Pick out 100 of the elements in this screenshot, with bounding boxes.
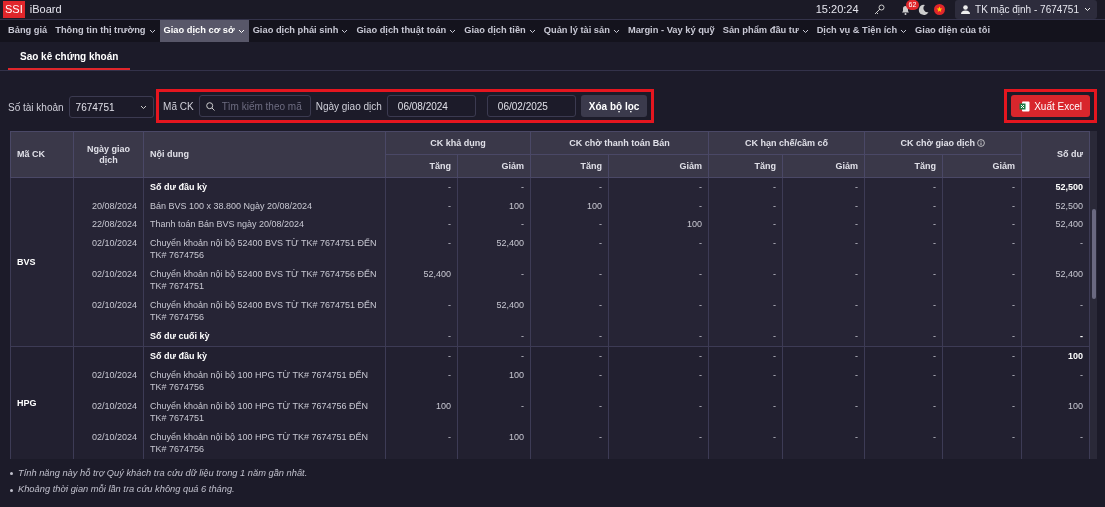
table-cell: - xyxy=(608,234,709,266)
table-cell: - xyxy=(385,296,458,328)
table-cell: - xyxy=(864,365,943,397)
menu-item[interactable]: Thông tin thị trường xyxy=(51,20,160,42)
table-cell: - xyxy=(864,327,943,347)
moon-icon[interactable] xyxy=(918,4,930,15)
bell-icon[interactable] xyxy=(899,4,911,15)
clear-filter-button[interactable]: Xóa bộ lọc xyxy=(580,95,648,117)
menu-item[interactable]: Giao diện của tôi xyxy=(911,20,994,42)
table-cell: - xyxy=(942,427,1022,459)
table-cell: 52,400 xyxy=(385,265,458,297)
table-cell: - xyxy=(708,365,783,397)
table-cell: - xyxy=(782,327,865,347)
menu-item[interactable]: Giao dịch phái sinh xyxy=(248,20,353,42)
table-cell: Số dư cuối kỳ xyxy=(143,327,386,347)
table-cell: HPG xyxy=(10,346,74,459)
search-icon xyxy=(205,102,215,111)
table-cell: 52,400 xyxy=(1021,265,1090,297)
logo[interactable]: SSI xyxy=(3,1,25,18)
table-cell: - xyxy=(1021,427,1090,459)
table-cell: 02/10/2024 xyxy=(73,396,144,428)
menu-item[interactable]: Bảng giá xyxy=(4,20,52,42)
table-cell: Chuyển khoản nội bộ 52400 BVS TỪ TK# 7674756 ĐẾN TK# 7674751 xyxy=(143,265,386,297)
note-text: Tính năng này hỗ trợ Quý khách tra cứu dữ liệu trong 1 năm gần nhất. xyxy=(18,467,308,480)
export-excel-button[interactable]: Xuất Excel xyxy=(1011,95,1090,117)
table-cell: - xyxy=(608,296,709,328)
date-field[interactable]: 06/02/2025 xyxy=(486,95,576,117)
table-cell: 52,400 xyxy=(1021,215,1090,234)
table-cell: 02/10/2024 xyxy=(73,265,144,297)
table-cell: 100 xyxy=(1021,346,1090,366)
bullet-icon xyxy=(10,488,13,492)
table-cell: - xyxy=(942,215,1022,234)
table-cell: - xyxy=(708,265,783,297)
caret-icon xyxy=(801,28,809,34)
menu-item[interactable]: Sản phẩm đầu tư xyxy=(718,20,813,42)
key-icon[interactable] xyxy=(873,4,885,15)
menu-item[interactable]: Giao dịch tiền xyxy=(460,20,540,42)
table-cell: 100 xyxy=(457,427,531,459)
scrollbar[interactable] xyxy=(1090,131,1097,459)
table-cell: 100 xyxy=(385,396,458,428)
menu-item[interactable]: Margin - Vay ký quỹ xyxy=(623,20,719,42)
table-cell: - xyxy=(942,346,1022,366)
table-cell: - xyxy=(782,296,865,328)
table-cell: - xyxy=(457,265,531,297)
table-cell: 02/10/2024 xyxy=(73,296,144,328)
caret-icon xyxy=(1084,7,1091,12)
table-cell: - xyxy=(457,396,531,428)
table-cell: - xyxy=(608,265,709,297)
table-cell: - xyxy=(864,396,943,428)
table-cell: - xyxy=(457,215,531,234)
table-cell: - xyxy=(530,296,609,328)
table-cell: - xyxy=(864,234,943,266)
table-cell: - xyxy=(608,327,709,347)
table-cell: - xyxy=(864,346,943,366)
table-cell: - xyxy=(1021,234,1090,266)
table-cell: Chuyển khoản nội bộ 100 HPG TỪ TK# 7674751 ĐẾN TK# 7674756 xyxy=(143,365,386,397)
table-cell: - xyxy=(608,396,709,428)
info-icon[interactable] xyxy=(977,139,986,148)
menu-item[interactable]: Giao dịch cơ sở xyxy=(159,20,249,42)
table-cell: - xyxy=(608,365,709,397)
account-select[interactable]: 7674751 xyxy=(68,96,154,118)
search-field[interactable]: Tìm kiếm theo mã xyxy=(198,95,311,117)
table-cell: - xyxy=(1021,296,1090,328)
table-cell: - xyxy=(530,365,609,397)
menu-item[interactable]: Quản lý tài sản xyxy=(539,20,624,42)
table-cell: 100 xyxy=(457,365,531,397)
table-cell: - xyxy=(782,396,865,428)
column-header: Nội dung xyxy=(143,131,386,178)
note-text: Khoảng thời gian mỗi lần tra cứu không quá 6 tháng. xyxy=(18,483,235,497)
app-title: iBoard xyxy=(29,2,62,18)
caret-icon xyxy=(612,28,620,34)
table-cell: - xyxy=(530,215,609,234)
table-cell: 02/10/2024 xyxy=(73,427,144,459)
table-cell: - xyxy=(942,234,1022,266)
table-cell: - xyxy=(942,396,1022,428)
field-label: Ngày giao dịch xyxy=(315,99,382,114)
caret-icon xyxy=(528,28,536,34)
account-dropdown[interactable]: TK mặc định - 7674751 xyxy=(955,0,1097,19)
menu-item[interactable]: Giao dịch thuật toán xyxy=(352,20,461,42)
table-cell: - xyxy=(708,327,783,347)
table-cell: - xyxy=(864,296,943,328)
table-cell: - xyxy=(608,427,709,459)
menu-item[interactable]: Dịch vụ & Tiện ích xyxy=(812,20,912,42)
table-cell: - xyxy=(385,215,458,234)
caret-icon xyxy=(148,28,156,34)
column-header: Số dư xyxy=(1021,131,1090,178)
bullet-icon xyxy=(10,472,13,476)
table-cell: - xyxy=(708,234,783,266)
table-cell: 02/10/2024 xyxy=(73,365,144,397)
table-cell: - xyxy=(530,327,609,347)
field-label: Mã CK xyxy=(163,99,194,114)
caret-icon xyxy=(900,28,908,34)
table-cell: - xyxy=(782,234,865,266)
caret-icon xyxy=(341,28,349,34)
table-cell: - xyxy=(457,327,531,347)
table-cell: - xyxy=(457,346,531,366)
column-header: Ngày giao dịch xyxy=(73,131,144,178)
flag-icon[interactable] xyxy=(934,4,946,15)
date-field[interactable]: 06/08/2024 xyxy=(386,95,476,117)
tab[interactable]: Sao kê chứng khoán xyxy=(8,44,131,70)
